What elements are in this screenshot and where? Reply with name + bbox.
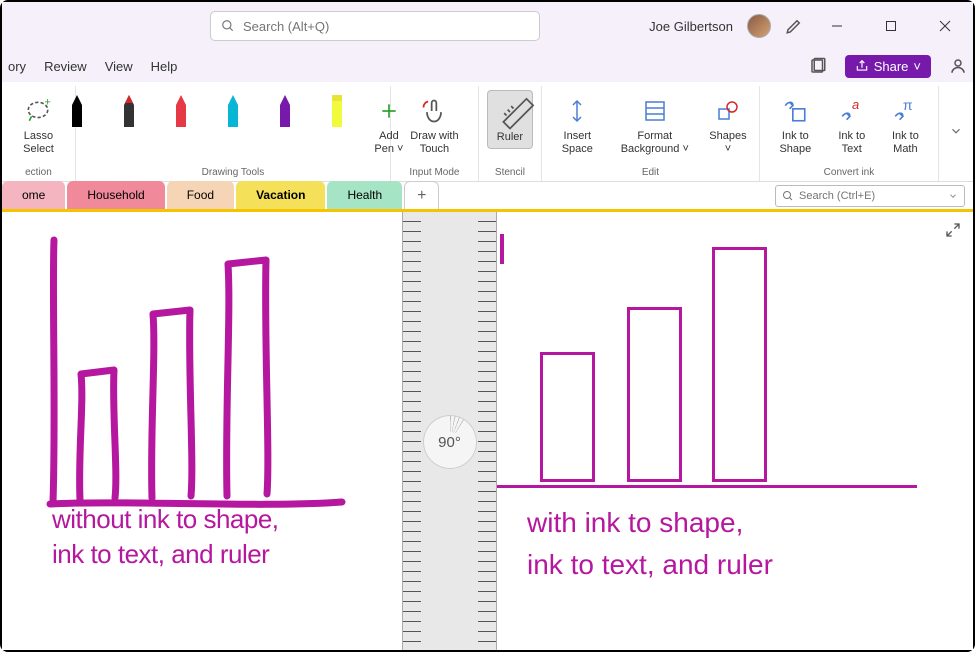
ribbon-group-input-mode: Draw with Touch Input Mode bbox=[391, 86, 479, 181]
ribbon-group-drawing-tools: Add Pen ˅ Drawing Tools bbox=[76, 86, 391, 181]
format-background-button[interactable]: Format Background ˅ bbox=[611, 90, 699, 160]
ruler-icon bbox=[496, 98, 524, 126]
pen-pink[interactable] bbox=[158, 90, 204, 132]
ruler-angle-indicator[interactable]: 90° bbox=[423, 415, 477, 469]
draw-with-touch-button[interactable]: Draw with Touch bbox=[399, 90, 470, 160]
search-icon bbox=[782, 190, 794, 202]
section-tab[interactable]: Household bbox=[67, 181, 164, 209]
hand-drawn-chart bbox=[42, 232, 372, 522]
ink-to-text-button[interactable]: a Ink to Text bbox=[829, 90, 875, 160]
presence-icon[interactable] bbox=[949, 57, 967, 75]
history-icon[interactable] bbox=[809, 57, 827, 75]
menu-item[interactable]: ory bbox=[8, 59, 26, 74]
maximize-button[interactable] bbox=[871, 10, 911, 42]
converted-caption: with ink to shape, ink to text, and rule… bbox=[527, 502, 773, 586]
pen-mode-icon[interactable] bbox=[785, 17, 803, 35]
svg-text:+: + bbox=[45, 97, 51, 109]
ribbon-group-convert-ink: Ink to Shape a Ink to Text π Ink to Math… bbox=[760, 86, 939, 181]
ink-to-shape-button[interactable]: Ink to Shape bbox=[768, 90, 823, 160]
menu-item[interactable]: Help bbox=[151, 59, 178, 74]
ink-to-math-icon: π bbox=[892, 98, 918, 124]
avatar[interactable] bbox=[747, 14, 771, 38]
ribbon-group-label: Input Mode bbox=[409, 167, 459, 181]
pen-teal[interactable] bbox=[210, 90, 256, 132]
section-tabs: ome Household Food Vacation Health + bbox=[2, 182, 973, 212]
ruler-button[interactable]: Ruler bbox=[487, 90, 533, 149]
share-label: Share bbox=[874, 59, 909, 74]
title-bar: Joe Gilbertson bbox=[2, 2, 973, 50]
touch-icon bbox=[420, 97, 448, 125]
menu-bar: ory Review View Help Share ˅ bbox=[2, 50, 973, 82]
section-tab[interactable]: ome bbox=[2, 181, 65, 209]
insert-space-button[interactable]: Insert Space bbox=[550, 90, 605, 160]
share-button[interactable]: Share ˅ bbox=[845, 55, 931, 78]
ribbon-group-label: ection bbox=[25, 167, 52, 181]
svg-text:a: a bbox=[852, 97, 859, 112]
page-search-input[interactable] bbox=[799, 190, 943, 202]
ribbon-group-label: Stencil bbox=[495, 167, 525, 181]
section-tab[interactable]: Food bbox=[167, 181, 234, 209]
shapes-icon bbox=[716, 99, 740, 123]
hand-drawn-caption: without ink to shape, ink to text, and r… bbox=[52, 502, 279, 572]
ink-to-shape-icon bbox=[782, 98, 808, 124]
ribbon-group-label: Drawing Tools bbox=[202, 167, 265, 181]
ink-to-text-icon: a bbox=[839, 98, 865, 124]
chevron-down-icon: ˅ bbox=[913, 59, 921, 74]
menu-item[interactable]: Review bbox=[44, 59, 87, 74]
shapes-button[interactable]: Shapes ˅ bbox=[705, 90, 751, 160]
search-icon bbox=[221, 19, 235, 33]
insert-space-icon bbox=[565, 99, 589, 123]
pen-purple[interactable] bbox=[262, 90, 308, 132]
note-canvas[interactable]: 90° without ink to shape, ink to text, a… bbox=[2, 212, 973, 650]
global-search[interactable] bbox=[210, 11, 540, 41]
close-button[interactable] bbox=[925, 10, 965, 42]
chevron-down-icon bbox=[949, 124, 963, 138]
pen-red[interactable] bbox=[106, 90, 152, 132]
section-tab-active[interactable]: Vacation bbox=[236, 181, 325, 209]
page-search[interactable] bbox=[775, 185, 965, 207]
lasso-icon: + bbox=[25, 98, 51, 124]
ribbon-group-edit: Insert Space Format Background ˅ Shapes … bbox=[542, 86, 760, 181]
fullscreen-icon[interactable] bbox=[945, 222, 961, 238]
background-icon bbox=[643, 99, 667, 123]
ribbon: + Lasso Select ection Add Pen ˅ Drawing … bbox=[2, 82, 973, 182]
ribbon-collapse-button[interactable] bbox=[939, 124, 973, 143]
add-section-button[interactable]: + bbox=[404, 181, 439, 209]
ribbon-group-stencil: Ruler Stencil bbox=[479, 86, 542, 181]
search-input[interactable] bbox=[243, 19, 529, 34]
share-icon bbox=[855, 59, 869, 73]
chevron-down-icon[interactable] bbox=[948, 191, 958, 201]
highlighter-yellow[interactable] bbox=[314, 90, 360, 132]
pen-black[interactable] bbox=[54, 90, 100, 132]
ruler-stencil[interactable]: 90° bbox=[402, 212, 497, 650]
ribbon-group-label: Edit bbox=[642, 167, 659, 181]
ribbon-group-label: Convert ink bbox=[824, 167, 875, 181]
menu-item[interactable]: View bbox=[105, 59, 133, 74]
minimize-button[interactable] bbox=[817, 10, 857, 42]
account-name: Joe Gilbertson bbox=[649, 19, 733, 34]
ink-to-math-button[interactable]: π Ink to Math bbox=[881, 90, 930, 160]
section-tab[interactable]: Health bbox=[327, 181, 402, 209]
svg-text:π: π bbox=[903, 97, 913, 113]
